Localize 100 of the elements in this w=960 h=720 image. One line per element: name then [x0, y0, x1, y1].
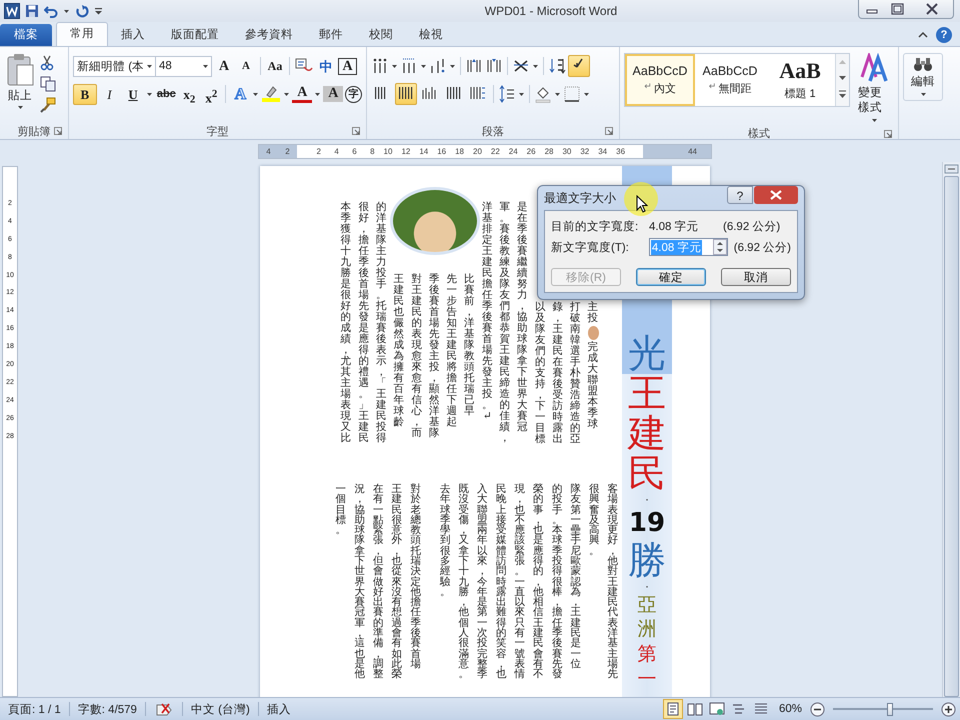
dialog-button[interactable]: 取消 [721, 268, 791, 286]
page-count[interactable]: 頁面: 1 / 1 [8, 702, 61, 716]
bullet-list-icon[interactable] [371, 57, 389, 75]
superscript-button[interactable]: x$^{2}$ [201, 84, 222, 104]
group-label: 字型 [206, 124, 228, 138]
copy-icon[interactable] [40, 76, 56, 92]
caret-icon[interactable] [870, 117, 878, 124]
change-styles-button[interactable]: 變更樣式 [854, 51, 894, 126]
change-case-button[interactable]: Aa [265, 56, 285, 76]
cm-value: (6.92 公分) [734, 240, 791, 254]
split-icon[interactable] [944, 164, 959, 174]
paintbrush-icon[interactable] [40, 97, 56, 113]
word-count[interactable]: 字數: 4/579 [78, 702, 137, 716]
decrease-indent-icon[interactable] [465, 57, 483, 75]
bold-button[interactable]: B [73, 84, 97, 104]
proofing-icon[interactable] [154, 701, 174, 717]
highlighter-icon[interactable] [261, 85, 282, 103]
ribbon-tab[interactable]: 插入 [108, 24, 158, 46]
collapse-icon[interactable] [918, 31, 928, 39]
print-layout-icon[interactable] [662, 699, 683, 719]
caret-icon[interactable] [420, 62, 427, 70]
borders-icon[interactable] [563, 85, 581, 103]
style-name: 標題 1 [784, 87, 816, 101]
editing-button[interactable]: 編輯 [903, 53, 943, 101]
zoom-level[interactable]: 60% [778, 703, 802, 715]
caret-icon[interactable] [554, 90, 561, 98]
slider-thumb[interactable] [887, 702, 893, 716]
text-align-icon[interactable] [395, 83, 417, 105]
caret-icon[interactable] [583, 90, 590, 98]
help-button[interactable]: ? [727, 186, 753, 204]
ribbon-tab[interactable]: 版面配置 [158, 24, 232, 46]
italic-button[interactable]: I [98, 84, 120, 104]
file-tab[interactable]: 檔案 [0, 24, 52, 46]
ribbon-tab[interactable]: 郵件 [306, 24, 356, 46]
body-text: 王建民也儼然成為擁有百年球齡 [392, 274, 406, 428]
launcher-icon[interactable] [605, 127, 613, 135]
caret-icon[interactable] [16, 104, 24, 111]
ribbon-tab[interactable]: 常用 [56, 22, 108, 46]
body-text: 民晚上接受媒體訪問時露出難得的笑容，也 [494, 484, 508, 680]
paragraph-mark-icon[interactable] [568, 55, 590, 77]
caret-icon[interactable] [283, 90, 290, 98]
dialog-button[interactable]: 確定 [636, 268, 706, 286]
subscript-button[interactable]: x$_{2}$ [179, 84, 200, 104]
insert-mode[interactable]: 插入 [266, 702, 291, 716]
redo-icon[interactable] [75, 4, 89, 18]
caret-icon[interactable] [252, 90, 260, 98]
caret-icon[interactable] [146, 90, 153, 98]
caret-icon[interactable] [63, 8, 70, 14]
shrink-font-button[interactable]: A [236, 56, 256, 76]
caret-icon[interactable] [391, 62, 398, 70]
style-preview: AaBbCcD [632, 64, 688, 78]
launcher-icon[interactable] [352, 127, 360, 135]
spinner-icon[interactable] [712, 239, 727, 255]
customize-icon[interactable] [94, 6, 103, 16]
paint-bucket-icon[interactable] [534, 85, 552, 103]
caret-icon[interactable] [449, 62, 456, 70]
title-text: 勝 [628, 540, 666, 581]
style-tile[interactable]: AaB 標題 1 [765, 54, 835, 106]
close-icon[interactable] [754, 186, 798, 204]
ribbon-tab[interactable]: 參考資料 [232, 24, 306, 46]
style-name: 無間距 [718, 82, 752, 96]
launcher-icon[interactable] [54, 127, 62, 135]
ruler-number: 22 [490, 147, 500, 156]
save-icon[interactable] [25, 4, 39, 18]
enclose-character-button[interactable]: 字 [345, 86, 362, 102]
style-tile[interactable]: AaBbCcD ↵ 內文 [625, 54, 695, 106]
scroll-thumb[interactable] [944, 176, 959, 697]
caret-icon[interactable] [518, 90, 525, 98]
caret-icon[interactable] [920, 91, 926, 98]
sort-icon[interactable] [548, 57, 566, 75]
scissors-icon[interactable] [40, 55, 54, 71]
group-label: 剪貼簿 [18, 124, 50, 138]
line-spacing-icon[interactable] [498, 85, 516, 103]
increase-indent-icon[interactable] [485, 57, 503, 75]
dialog-title: 最適文字大小 [544, 190, 616, 206]
undo-icon[interactable] [44, 4, 58, 18]
ribbon-tab[interactable]: 校閱 [356, 24, 406, 46]
app-icon [4, 3, 20, 19]
zoom-out-icon[interactable] [810, 702, 825, 716]
help-button[interactable]: ? [936, 27, 952, 43]
character-shading-button[interactable]: A [323, 86, 344, 102]
launcher-icon[interactable] [884, 130, 892, 138]
asian-layout-button[interactable]: 中 [316, 56, 336, 76]
ribbon-tab[interactable]: 檢視 [406, 24, 456, 46]
font-color-button[interactable]: A [292, 85, 312, 103]
character-border-button[interactable]: A [338, 58, 357, 74]
body-text: 錄，王建民在賽後受訪時露出 [551, 302, 564, 446]
caret-icon[interactable] [532, 62, 539, 70]
language-indicator[interactable]: 中文 (台灣) [190, 702, 250, 716]
strikethrough-button[interactable]: abc [154, 84, 178, 104]
paste-button[interactable]: 貼上 [4, 51, 36, 123]
underline-button[interactable]: U [122, 84, 144, 104]
scrollbar[interactable] [942, 162, 960, 697]
style-tile[interactable]: AaBbCcD ↵ 無間距 [695, 54, 765, 106]
clipboard-icon [5, 53, 35, 87]
zoom-in-icon[interactable] [941, 702, 956, 716]
grow-font-button[interactable]: A [214, 56, 234, 76]
multilevel-list-icon[interactable] [429, 57, 447, 75]
caret-icon[interactable] [314, 90, 322, 98]
ruler-number: 2 [315, 147, 321, 156]
